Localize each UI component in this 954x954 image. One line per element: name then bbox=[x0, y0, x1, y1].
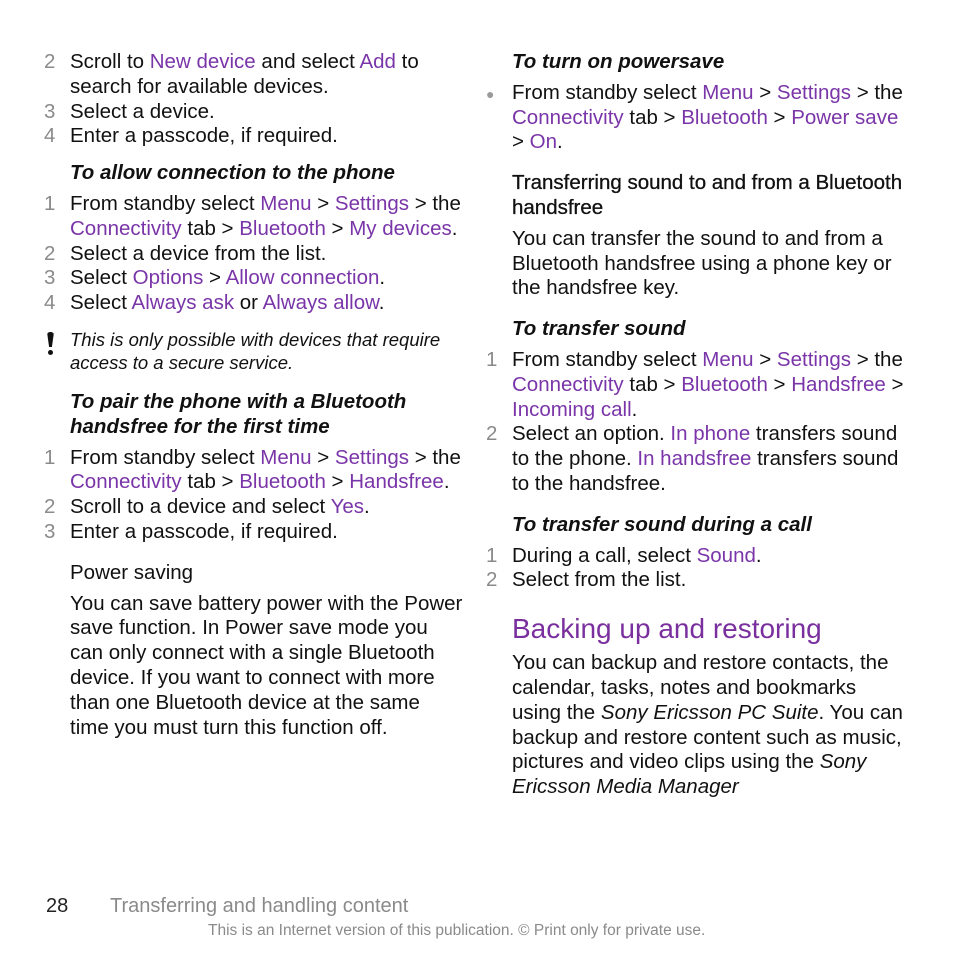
transfer-sound-heading: To transfer sound bbox=[512, 317, 686, 341]
step: 2 Scroll to a device and select Yes. bbox=[44, 495, 464, 520]
step-number: 2 bbox=[44, 495, 56, 519]
powersave-heading: To turn on powersave bbox=[512, 50, 725, 73]
step-number: 1 bbox=[486, 347, 498, 371]
step-number: 1 bbox=[44, 445, 56, 469]
bullet-item: ● From standby select Menu > Settings > … bbox=[486, 81, 906, 155]
bullet-text: From standby select Menu > Settings > th… bbox=[512, 80, 903, 154]
step-text: From standby select Menu > Settings > th… bbox=[70, 445, 461, 494]
step: 3 Select Options > Allow connection. bbox=[44, 266, 464, 291]
section-title: Backing up and restoring bbox=[512, 613, 822, 645]
bullet-icon: ● bbox=[486, 85, 495, 102]
backup-text: You can backup and restore contacts, the… bbox=[512, 651, 903, 799]
step: 3 Enter a passcode, if required. bbox=[44, 520, 464, 545]
step: 1 From standby select Menu > Settings > … bbox=[44, 192, 464, 242]
page-number: 28 bbox=[46, 895, 69, 917]
left-column: 2 Scroll to New device and select Add to… bbox=[44, 50, 464, 740]
step-text: From standby select Menu > Settings > th… bbox=[70, 191, 461, 240]
note-callout: This is only possible with devices that … bbox=[44, 328, 464, 374]
step-number: 1 bbox=[486, 543, 498, 567]
note-text: This is only possible with devices that … bbox=[70, 328, 441, 373]
step-text: Select Options > Allow connection. bbox=[70, 266, 386, 290]
step-text: Enter a passcode, if required. bbox=[70, 124, 338, 148]
step: 1 During a call, select Sound. bbox=[486, 544, 906, 569]
step-text: Select a device. bbox=[70, 99, 215, 123]
step: 4 Enter a passcode, if required. bbox=[44, 124, 464, 149]
step: 2 Select from the list. bbox=[486, 568, 906, 593]
copyright-notice: This is an Internet version of this publ… bbox=[208, 922, 706, 939]
step-text: During a call, select Sound. bbox=[512, 543, 762, 567]
step-number: 4 bbox=[44, 291, 56, 315]
step-text: Enter a passcode, if required. bbox=[70, 519, 338, 543]
transfer-sound-section-heading: Transferring sound to and from a Bluetoo… bbox=[512, 171, 903, 219]
step-number: 2 bbox=[486, 422, 498, 446]
chapter-title: Transferring and handling content bbox=[110, 895, 409, 917]
step-number: 2 bbox=[486, 568, 498, 592]
step-text: Scroll to a device and select Yes. bbox=[70, 495, 370, 519]
step: 2 Select a device from the list. bbox=[44, 242, 464, 267]
step-text: Scroll to New device and select Add to s… bbox=[70, 50, 419, 98]
step-text: Select an option. In phone transfers sou… bbox=[512, 422, 899, 495]
step: 2 Scroll to New device and select Add to… bbox=[44, 50, 464, 100]
step-number: 3 bbox=[44, 99, 56, 123]
menu-link-add: Add bbox=[359, 50, 396, 73]
step-text: Select from the list. bbox=[512, 568, 687, 592]
transfer-sound-text: You can transfer the sound to and from a… bbox=[512, 226, 892, 300]
step-number: 3 bbox=[44, 266, 56, 290]
allow-connection-heading: To allow connection to the phone bbox=[70, 161, 395, 185]
pair-handsfree-heading: To pair the phone with a Bluetooth hands… bbox=[70, 389, 407, 438]
step: 1 From standby select Menu > Settings > … bbox=[44, 446, 464, 496]
power-saving-text: You can save battery power with the Powe… bbox=[70, 591, 463, 739]
step-number: 4 bbox=[44, 124, 56, 148]
exclamation-icon bbox=[44, 328, 70, 374]
step: 3 Select a device. bbox=[44, 100, 464, 125]
power-saving-heading: Power saving bbox=[70, 560, 194, 584]
step-number: 2 bbox=[44, 50, 56, 73]
step-number: 3 bbox=[44, 519, 56, 543]
step-number: 2 bbox=[44, 241, 56, 265]
step-number: 1 bbox=[44, 191, 56, 215]
during-call-heading: To transfer sound during a call bbox=[512, 512, 812, 536]
step-text: From standby select Menu > Settings > th… bbox=[512, 347, 904, 421]
step: 1 From standby select Menu > Settings > … bbox=[486, 348, 906, 422]
step: 2 Select an option. In phone transfers s… bbox=[486, 422, 906, 496]
step-text: Select a device from the list. bbox=[70, 241, 327, 265]
menu-link-new-device: New device bbox=[149, 50, 256, 73]
step: 4 Select Always ask or Always allow. bbox=[44, 291, 464, 316]
right-column: To turn on powersave ● From standby sele… bbox=[486, 50, 906, 800]
step-text: Select Always ask or Always allow. bbox=[70, 291, 385, 315]
